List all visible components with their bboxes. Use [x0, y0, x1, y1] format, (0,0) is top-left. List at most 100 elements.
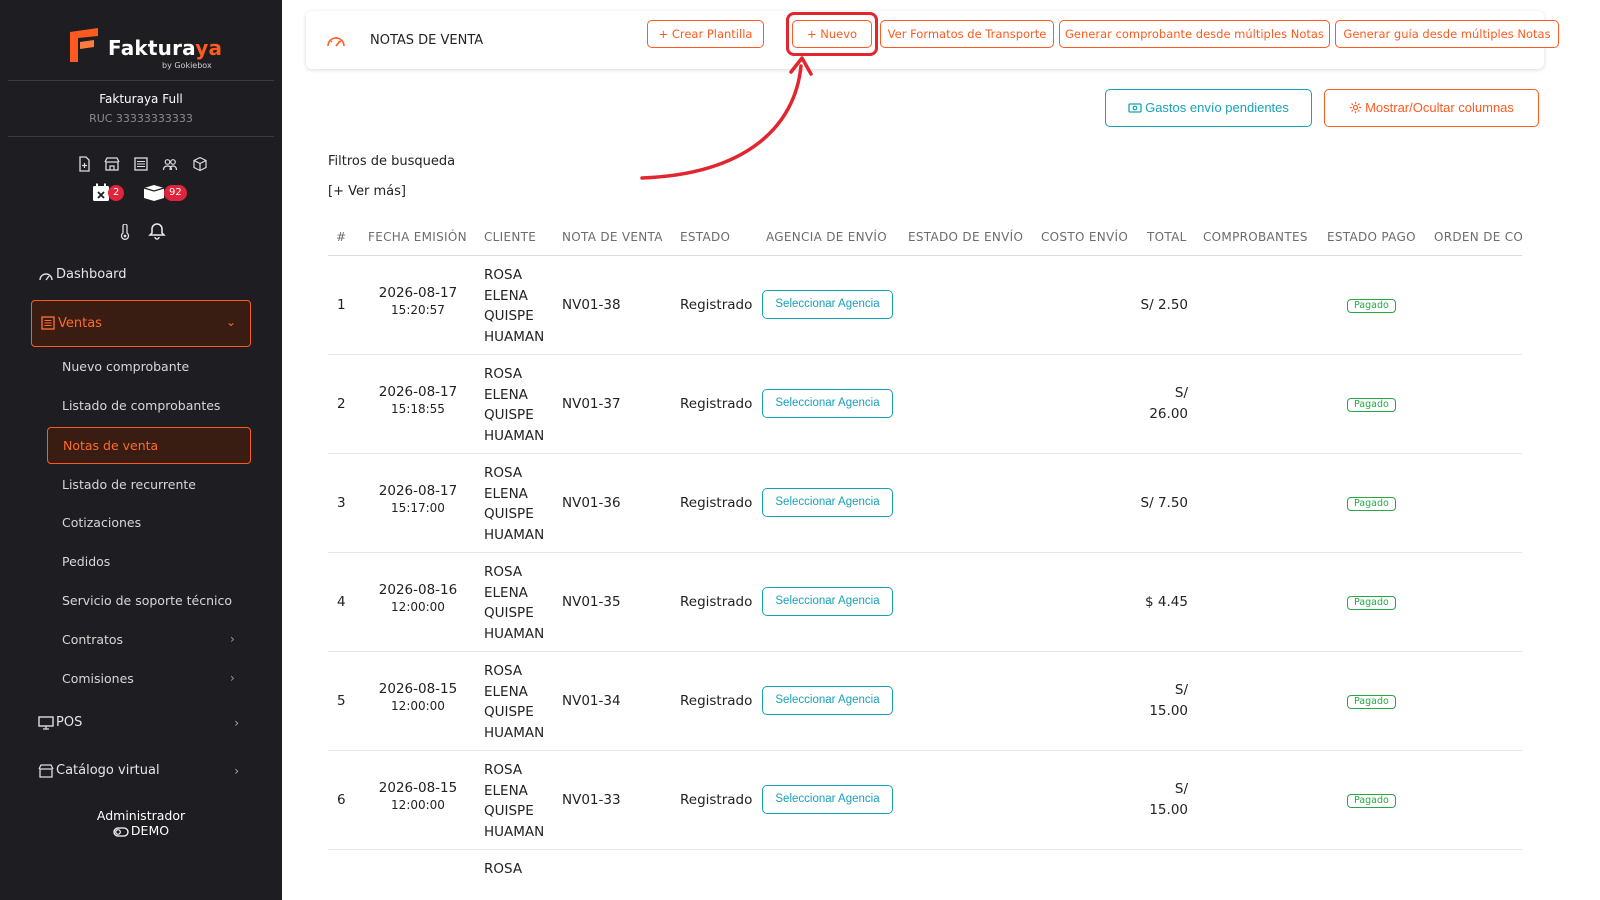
row-nota-venta[interactable]: NV01-33	[562, 792, 621, 808]
seleccionar-agencia-button[interactable]: Seleccionar Agencia	[762, 686, 893, 715]
user-role: Administrador	[96, 808, 186, 823]
row-total: S/ 2.50	[1140, 297, 1188, 313]
logo-sub: by Gokiebox	[162, 61, 212, 70]
date-value: 2026-08-15	[378, 681, 458, 697]
sidebar-item-contratos[interactable]: Contratos ›	[62, 632, 242, 647]
status-badge: Pagado	[1347, 497, 1396, 511]
row-date: 2026-08-17 15:20:57	[368, 285, 468, 317]
menu-catalogo[interactable]: Catálogo virtual ›	[38, 762, 253, 782]
divider	[8, 136, 274, 137]
main-content: NOTAS DE VENTA + Crear Plantilla + Nuevo…	[282, 0, 1600, 900]
generar-comprobante-button[interactable]: Generar comprobante desde múltiples Nota…	[1059, 20, 1330, 48]
thermometer-icon[interactable]	[118, 224, 132, 240]
col-header: NOTA DE VENTA	[562, 230, 663, 244]
time-value: 15:17:00	[391, 501, 445, 515]
list-icon[interactable]	[133, 156, 149, 172]
logo-mark-icon	[70, 28, 98, 62]
calendar-badge-group[interactable]: 2	[90, 183, 130, 203]
logo[interactable]: Fakturaya by Gokiebox	[68, 26, 222, 70]
page-title: NOTAS DE VENTA	[370, 33, 484, 48]
row-estado: Registrado	[680, 495, 753, 511]
company-ruc: RUC 33333333333	[89, 112, 193, 125]
gastos-envio-button[interactable]: Gastos envío pendientes	[1105, 89, 1312, 127]
menu-ventas[interactable]: Ventas ⌄	[31, 300, 251, 347]
col-header: FECHA EMISIÓN	[368, 230, 467, 244]
sidebar-item-listado-recurrente[interactable]: Listado de recurrente	[62, 477, 196, 492]
col-header: ESTADO DE ENVÍO	[908, 230, 1024, 244]
seleccionar-agencia-button[interactable]: Seleccionar Agencia	[762, 587, 893, 616]
row-total-currency: S/	[1174, 385, 1188, 401]
users-icon[interactable]	[162, 156, 178, 172]
sidebar-item-comisiones[interactable]: Comisiones ›	[62, 671, 242, 686]
row-total: $ 4.45	[1145, 594, 1188, 610]
status-badge: Pagado	[1347, 596, 1396, 610]
row-nota-venta[interactable]: NV01-38	[562, 297, 621, 313]
store-icon	[38, 764, 54, 778]
row-nota-venta[interactable]: NV01-35	[562, 594, 621, 610]
store-icon[interactable]	[104, 156, 120, 172]
row-estado: Registrado	[680, 594, 753, 610]
menu-dashboard[interactable]: Dashboard	[38, 266, 253, 286]
bell-icon[interactable]	[148, 222, 166, 240]
menu-ventas-label: Ventas	[58, 316, 102, 331]
divider	[8, 80, 274, 81]
col-header: ESTADO PAGO	[1327, 230, 1416, 244]
row-client: ROSA	[484, 861, 523, 877]
seleccionar-agencia-button[interactable]: Seleccionar Agencia	[762, 785, 893, 814]
file-add-icon[interactable]	[76, 156, 92, 172]
monitor-icon	[38, 716, 54, 730]
highlight-box	[786, 12, 878, 56]
table-row: 6 2026-08-15 12:00:00 ROSA ELENA QUISPE H…	[328, 751, 1522, 850]
row-estado: Registrado	[680, 693, 753, 709]
toggle-icon	[113, 826, 129, 837]
ver-formatos-transporte-button[interactable]: Ver Formatos de Transporte	[880, 20, 1054, 48]
mostrar-ocultar-columnas-button[interactable]: Mostrar/Ocultar columnas	[1324, 89, 1539, 127]
gauge-icon	[327, 37, 345, 47]
row-total: S/ 7.50	[1140, 495, 1188, 511]
row-date: 2026-08-15 12:00:00	[368, 780, 468, 812]
crear-plantilla-button[interactable]: + Crear Plantilla	[647, 20, 764, 48]
row-date: 2026-08-16 12:00:00	[368, 582, 468, 614]
date-value: 2026-08-17	[378, 285, 458, 301]
sidebar-item-cotizaciones[interactable]: Cotizaciones	[62, 515, 141, 530]
table-row: 2 2026-08-17 15:18:55 ROSA ELENA QUISPE H…	[328, 355, 1522, 454]
date-value: 2026-08-17	[378, 483, 458, 499]
sidebar-item-nuevo-comprobante[interactable]: Nuevo comprobante	[62, 359, 189, 374]
box-badge-group[interactable]: 92	[142, 183, 202, 203]
sidebar-item-listado-comprobantes[interactable]: Listado de comprobantes	[62, 398, 220, 413]
sidebar-item-pedidos[interactable]: Pedidos	[62, 554, 110, 569]
page-header: NOTAS DE VENTA + Crear Plantilla + Nuevo…	[306, 11, 1559, 69]
row-nota-venta[interactable]: NV01-37	[562, 396, 621, 412]
notification-badges: 2 92	[90, 183, 200, 205]
gastos-envio-label: Gastos envío pendientes	[1145, 100, 1289, 115]
status-badge: Pagado	[1347, 695, 1396, 709]
row-total-amount: 26.00	[1149, 406, 1188, 422]
row-number: 6	[337, 792, 346, 808]
row-number: 4	[337, 594, 346, 610]
generar-guia-button[interactable]: Generar guía desde múltiples Notas	[1335, 20, 1559, 48]
user-mode[interactable]: DEMO	[0, 823, 282, 838]
sidebar-item-notas-de-venta[interactable]: Notas de venta	[47, 427, 251, 464]
calendar-count-badge: 2	[108, 185, 125, 201]
menu-pos-label: POS	[56, 715, 83, 730]
mostrar-ocultar-label: Mostrar/Ocultar columnas	[1365, 100, 1514, 115]
ver-mas-link[interactable]: [+ Ver más]	[328, 184, 406, 199]
row-nota-venta[interactable]: NV01-34	[562, 693, 621, 709]
col-header: TOTAL	[1147, 230, 1187, 244]
time-value: 12:00:00	[391, 798, 445, 812]
time-value: 15:20:57	[391, 303, 445, 317]
annotation-arrow	[640, 56, 813, 180]
status-badge: Pagado	[1347, 794, 1396, 808]
sidebar-item-notas-de-venta-label: Notas de venta	[63, 438, 159, 453]
box-count-badge: 92	[164, 185, 187, 201]
seleccionar-agencia-button[interactable]: Seleccionar Agencia	[762, 290, 893, 319]
menu-pos[interactable]: POS ›	[38, 714, 253, 734]
seleccionar-agencia-button[interactable]: Seleccionar Agencia	[762, 488, 893, 517]
date-value: 2026-08-17	[378, 384, 458, 400]
row-date: 2026-08-17 15:18:55	[368, 384, 468, 416]
seleccionar-agencia-button[interactable]: Seleccionar Agencia	[762, 389, 893, 418]
row-nota-venta[interactable]: NV01-36	[562, 495, 621, 511]
sidebar-item-soporte-tecnico[interactable]: Servicio de soporte técnico	[62, 593, 232, 608]
package-icon[interactable]	[192, 156, 208, 172]
row-number: 3	[337, 495, 346, 511]
